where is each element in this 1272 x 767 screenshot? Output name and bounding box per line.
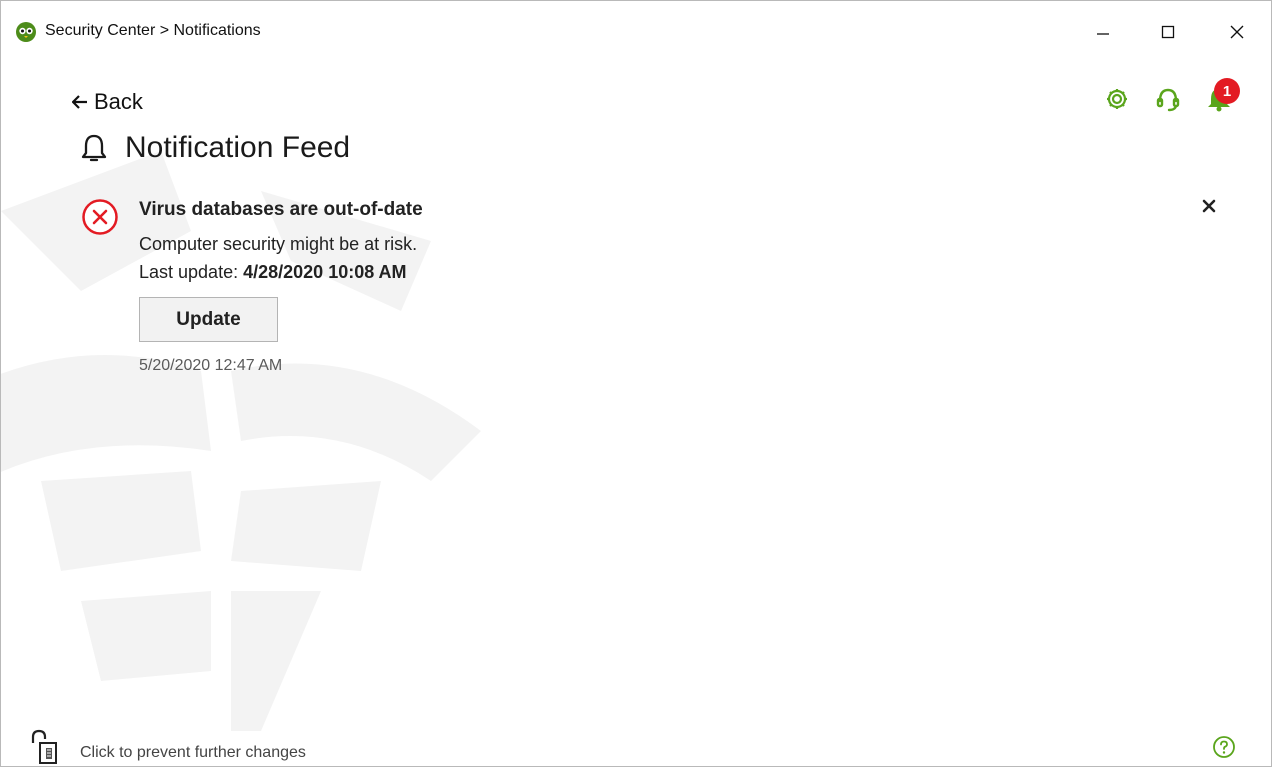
close-window-button[interactable] xyxy=(1214,13,1260,51)
back-button[interactable]: Back xyxy=(72,89,143,115)
app-logo-icon xyxy=(16,22,36,42)
notification-description: Computer security might be at risk. xyxy=(139,234,418,254)
minimize-button[interactable] xyxy=(1080,13,1126,51)
back-label: Back xyxy=(94,89,143,114)
support-headset-icon[interactable] xyxy=(1153,85,1183,113)
minimize-icon xyxy=(1097,33,1109,35)
page-header: Notification Feed xyxy=(81,131,350,165)
notification-title: Virus databases are out-of-date xyxy=(139,199,423,220)
bell-outline-icon xyxy=(81,134,107,162)
close-icon xyxy=(1230,25,1244,39)
maximize-button[interactable] xyxy=(1145,13,1191,51)
update-button[interactable]: Update xyxy=(139,297,278,342)
unlocked-padlock-icon[interactable] xyxy=(29,729,69,765)
last-update-label: Last update: xyxy=(139,262,239,282)
title-bar: Security Center > Notifications xyxy=(1,1,1271,61)
window-title: Security Center > Notifications xyxy=(45,22,261,39)
help-icon[interactable] xyxy=(1212,735,1236,759)
close-icon xyxy=(1202,199,1216,213)
error-circle-icon xyxy=(82,199,118,235)
prevent-changes-link[interactable]: Click to prevent further changes xyxy=(80,744,306,762)
last-update-value: 4/28/2020 10:08 AM xyxy=(243,262,407,282)
dismiss-notification-button[interactable] xyxy=(1197,194,1221,218)
app-window: Security Center > Notifications Back 1 N… xyxy=(0,0,1272,767)
page-title: Notification Feed xyxy=(125,131,351,164)
last-update-line: Last update: 4/28/2020 10:08 AM xyxy=(139,262,407,283)
settings-gear-icon[interactable] xyxy=(1102,85,1132,113)
notification-timestamp: 5/20/2020 12:47 AM xyxy=(139,357,283,374)
notification-count-badge: 1 xyxy=(1214,78,1240,104)
arrow-left-icon xyxy=(72,95,87,109)
maximize-icon xyxy=(1161,25,1175,39)
